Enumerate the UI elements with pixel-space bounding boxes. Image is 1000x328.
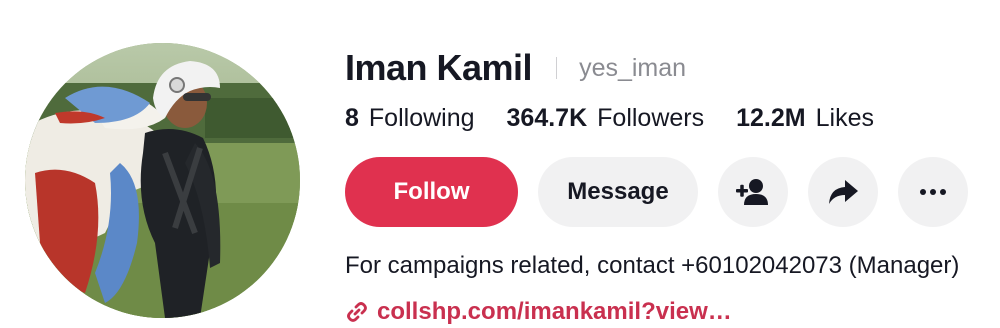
bio-text: For campaigns related, contact +60102042… [345,252,960,279]
stats-row: 8 Following 364.7K Followers 12.2M Likes [345,101,906,135]
share-button[interactable] [808,157,878,227]
stat-likes: 12.2M Likes [736,104,874,133]
stat-likes-count: 12.2M [736,103,806,132]
name-divider [556,57,558,79]
stat-followers-label: Followers [597,103,705,132]
link-icon [345,300,369,324]
stat-followers[interactable]: 364.7K Followers [507,104,705,133]
follow-button[interactable]: Follow [345,157,518,227]
stat-following-label: Following [368,103,475,132]
display-name: Iman Kamil [345,47,533,88]
share-arrow-icon [827,178,859,206]
username: yes_iman [579,53,687,82]
profile-header: Iman Kamil yes_iman 8 Following 364.7K F… [0,0,1000,328]
add-friend-button[interactable] [718,157,788,227]
stat-following-count: 8 [345,103,359,132]
avatar[interactable] [25,43,300,318]
name-row: Iman Kamil yes_iman [345,46,686,90]
stat-followers-count: 364.7K [506,103,588,132]
message-button[interactable]: Message [538,157,698,227]
more-dots-icon [920,189,946,195]
action-buttons: Follow Message [345,157,968,227]
bio-link[interactable]: collshp.com/imankamil?view… [345,298,732,326]
add-person-icon [736,178,770,206]
bio-link-text[interactable]: collshp.com/imankamil?view… [377,298,732,326]
stat-following[interactable]: 8 Following [345,104,475,133]
more-button[interactable] [898,157,968,227]
stat-likes-label: Likes [815,103,874,132]
avatar-photo [25,43,300,318]
